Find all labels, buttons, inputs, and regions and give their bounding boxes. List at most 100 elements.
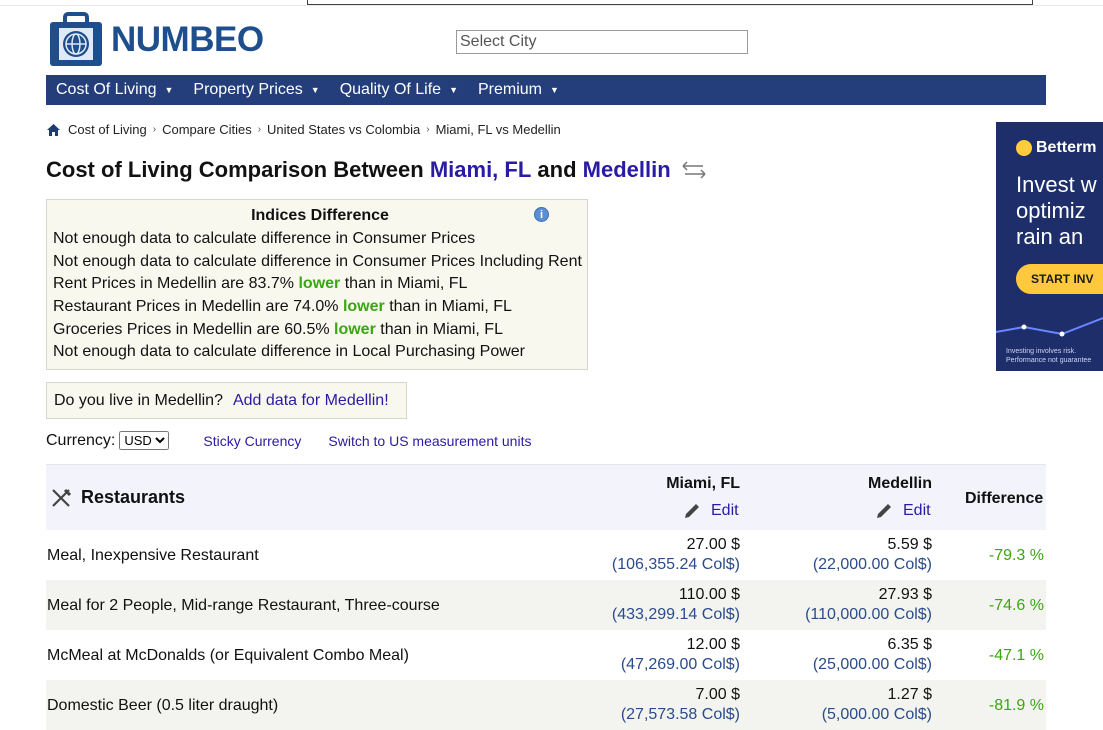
logo-icon: [50, 12, 102, 66]
indices-consumer-prices: Not enough data to calculate difference …: [53, 230, 476, 247]
value-local: (25,000.00 Col$): [812, 656, 932, 673]
caret-down-icon: ▼: [449, 85, 458, 95]
breadcrumb-separator-icon: ›: [257, 124, 262, 135]
ad-cta-button[interactable]: START INV: [1016, 264, 1103, 294]
row-item-label: McMeal at McDonalds (or Equivalent Combo…: [47, 647, 409, 664]
title-city2-link[interactable]: Medellin: [583, 157, 671, 183]
value-local: (110,000.00 Col$): [805, 606, 932, 623]
value-usd: 27.00 $: [686, 536, 740, 553]
ad-copy-line: optimiz: [1016, 198, 1086, 223]
currency-label: Currency:: [46, 431, 116, 449]
ad-disclaimer: Investing involves risk. Performance not…: [1006, 347, 1091, 365]
value-usd: 6.35 $: [887, 636, 932, 653]
value-local: (27,573.58 Col$): [620, 706, 740, 723]
nav-label: Quality Of Life: [339, 81, 442, 98]
title-connector: and: [537, 157, 577, 182]
nav-premium[interactable]: Premium ▼: [468, 81, 569, 99]
row-difference: -79.3 %: [988, 547, 1044, 564]
value-usd: 12.00 $: [686, 636, 740, 653]
row-value-city2: 1.27 $ (5,000.00 Col$): [822, 686, 932, 724]
info-icon[interactable]: i: [534, 207, 549, 222]
pencil-icon: [877, 504, 891, 518]
value-local: (5,000.00 Col$): [821, 706, 932, 723]
breadcrumb-cost-of-living[interactable]: Cost of Living: [68, 122, 147, 137]
swap-cities-icon[interactable]: [681, 161, 707, 179]
caret-down-icon: ▼: [164, 85, 174, 95]
indices-consumer-prices-rent: Not enough data to calculate difference …: [53, 252, 582, 270]
city-search-input[interactable]: [456, 30, 748, 54]
value-local: (433,299.14 Col$): [611, 606, 740, 623]
indices-lower-word: lower: [298, 275, 341, 293]
breadcrumb-countries[interactable]: United States vs Colombia: [267, 122, 420, 137]
value-usd: 1.27 $: [887, 686, 932, 703]
row-item-label: Meal, Inexpensive Restaurant: [47, 547, 259, 564]
switch-units-link[interactable]: Switch to US measurement units: [328, 433, 531, 449]
nav-quality-of-life[interactable]: Quality Of Life ▼: [330, 81, 468, 99]
live-question: Do you live in Medellin?: [54, 392, 223, 409]
col-header-city1: Miami, FL: [666, 475, 740, 492]
fork-knife-icon: [52, 488, 71, 507]
caret-down-icon: ▼: [310, 85, 320, 95]
breadcrumb-separator-icon: ›: [152, 124, 157, 135]
pencil-icon: [685, 504, 699, 518]
breadcrumb-compare-cities[interactable]: Compare Cities: [162, 122, 252, 137]
indices-text: Restaurant Prices in Medellin are 74.0%: [53, 298, 339, 316]
indices-purchasing-power: Not enough data to calculate difference …: [53, 343, 526, 361]
comparison-table: Restaurants Miami, FL Edit Medellin Edit…: [46, 464, 1046, 730]
value-usd: 27.93 $: [878, 586, 932, 603]
indices-lower-word: lower: [334, 320, 376, 338]
value-usd: 7.00 $: [695, 686, 740, 703]
edit-label: Edit: [903, 502, 931, 519]
sticky-currency-link[interactable]: Sticky Currency: [203, 433, 301, 449]
caret-down-icon: ▼: [550, 85, 559, 95]
top-divider: [0, 5, 1103, 6]
live-in-city-box: Do you live in Medellin? Add data for Med…: [46, 382, 407, 419]
indices-text: than in Miami, FL: [389, 298, 512, 316]
currency-select[interactable]: USD: [119, 431, 170, 450]
value-usd: 5.59 $: [887, 536, 932, 553]
numbeo-logo[interactable]: NUMBEO: [47, 12, 264, 68]
row-value-city1: 12.00 $ (47,269.00 Col$): [621, 636, 740, 674]
advertisement-banner[interactable]: Betterm Invest w optimiz rain an START I…: [996, 122, 1103, 371]
row-item-label: Meal for 2 People, Mid-range Restaurant,…: [47, 597, 440, 614]
ad-copy-line: Invest w: [1016, 172, 1097, 197]
row-value-city1: 27.00 $ (106,355.24 Col$): [612, 536, 740, 574]
brand-name: NUMBEO: [111, 20, 264, 59]
ad-copy: Invest w optimiz rain an: [1016, 172, 1097, 250]
ad-disclaimer-line: Investing involves risk.: [1006, 348, 1077, 355]
nav-property-prices[interactable]: Property Prices ▼: [183, 81, 329, 99]
row-difference: -81.9 %: [988, 697, 1044, 714]
nav-label: Cost Of Living: [56, 81, 157, 98]
ad-copy-line: rain an: [1016, 224, 1084, 249]
value-local: (47,269.00 Col$): [620, 656, 740, 673]
edit-city1-button[interactable]: Edit: [683, 502, 739, 520]
row-value-city2: 5.59 $ (22,000.00 Col$): [813, 536, 932, 574]
edit-label: Edit: [711, 502, 739, 519]
row-value-city2: 6.35 $ (25,000.00 Col$): [813, 636, 932, 674]
row-value-city1: 7.00 $ (27,573.58 Col$): [621, 686, 740, 724]
add-data-link[interactable]: Add data for Medellin!: [233, 392, 389, 409]
col-header-difference: Difference: [965, 490, 1044, 507]
category-heading: Restaurants: [51, 487, 185, 508]
currency-row: Currency: USD Sticky Currency Switch to …: [46, 431, 531, 450]
home-icon[interactable]: [47, 123, 60, 136]
nav-label: Property Prices: [193, 81, 303, 98]
title-prefix: Cost of Living Comparison Between: [46, 157, 424, 182]
value-local: (22,000.00 Col$): [812, 556, 932, 573]
table-header: Restaurants Miami, FL Edit Medellin Edit…: [46, 464, 1046, 530]
indices-text: Rent Prices in Medellin are 83.7%: [53, 275, 295, 293]
breadcrumb-separator-icon: ›: [426, 124, 430, 135]
indices-lower-word: lower: [342, 298, 385, 316]
category-label: Restaurants: [81, 487, 186, 507]
indices-text: than in Miami, FL: [380, 320, 503, 338]
main-nav: Cost Of Living ▼ Property Prices ▼ Quality…: [46, 75, 1046, 105]
nav-cost-of-living[interactable]: Cost Of Living ▼: [46, 81, 183, 99]
title-city1-link[interactable]: Miami, FL: [430, 157, 531, 183]
table-row: McMeal at McDonalds (or Equivalent Combo…: [46, 630, 1046, 680]
breadcrumb-current: Miami, FL vs Medellin: [435, 122, 561, 137]
page-title: Cost of Living Comparison Between Miami,…: [46, 157, 707, 183]
indices-groceries-prices: Groceries Prices in Medellin are 60.5% l…: [53, 319, 587, 342]
indices-heading: Indices Difference: [251, 207, 389, 224]
indices-text: Groceries Prices in Medellin are 60.5%: [53, 320, 330, 338]
edit-city2-button[interactable]: Edit: [875, 502, 931, 520]
